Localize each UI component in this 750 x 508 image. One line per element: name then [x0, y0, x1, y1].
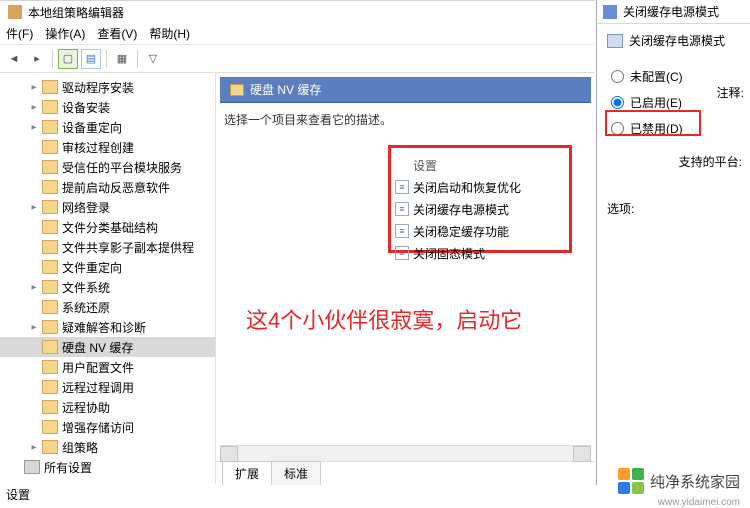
platform-label: 支持的平台: — [597, 143, 750, 172]
menu-action[interactable]: 操作(A) — [45, 25, 85, 42]
note-label: 注释: — [717, 84, 744, 101]
tree-item[interactable]: 提前启动反恶意软件 — [0, 177, 215, 197]
settings-list-highlight: 设置 ≡关闭启动和恢复优化 ≡关闭缓存电源模式 ≡关闭稳定缓存功能 ≡关闭固态模… — [388, 145, 572, 253]
policy-icon: ≡ — [395, 224, 409, 238]
toolbar: ◄ ▸ ▢ ▤ ▦ ▽ — [0, 45, 595, 73]
policy-icon — [607, 34, 623, 48]
filter-icon[interactable]: ▽ — [143, 49, 163, 69]
enabled-highlight — [605, 110, 701, 136]
status-bar: 设置 — [0, 486, 36, 500]
details-header: 硬盘 NV 缓存 — [220, 77, 591, 103]
options-label: 选项: — [597, 172, 750, 217]
props-button[interactable]: ▤ — [81, 49, 101, 69]
policy-icon: ≡ — [395, 180, 409, 194]
watermark: 纯净系统家园 — [618, 468, 740, 494]
policy-icon: ≡ — [395, 246, 409, 260]
tree-item[interactable]: ▸设备安装 — [0, 97, 215, 117]
window-title: 本地组策略编辑器 — [28, 4, 124, 21]
policy-icon: ≡ — [395, 202, 409, 216]
tree-item[interactable]: 审核过程创建 — [0, 137, 215, 157]
tree-item[interactable]: 用户配置文件 — [0, 357, 215, 377]
forward-button[interactable]: ▸ — [27, 49, 47, 69]
watermark-logo — [618, 468, 644, 494]
tree-item-selected[interactable]: 硬盘 NV 缓存 — [0, 337, 215, 357]
setting-dialog: 关闭缓存电源模式 关闭缓存电源模式 注释: 未配置(C) 已启用(E) 已禁用(… — [596, 0, 750, 485]
column-header[interactable]: 设置 — [395, 154, 565, 176]
menu-bar: 件(F) 操作(A) 查看(V) 帮助(H) — [0, 23, 595, 45]
details-panel: 硬盘 NV 缓存 选择一个项目来查看它的描述。 设置 ≡关闭启动和恢复优化 ≡关… — [216, 73, 595, 485]
tree-panel: ▸驱动程序安装 ▸设备安装 ▸设备重定向 审核过程创建 受信任的平台模块服务 提… — [0, 73, 216, 485]
export-button[interactable]: ▦ — [112, 49, 132, 69]
tree-item[interactable]: 系统还原 — [0, 297, 215, 317]
setting-item[interactable]: ≡关闭稳定缓存功能 — [395, 220, 565, 242]
tree-item[interactable]: 文件共享影子副本提供程 — [0, 237, 215, 257]
description-text: 选择一个项目来查看它的描述。 — [224, 111, 587, 128]
tree-all-settings[interactable]: 所有设置 — [0, 457, 215, 477]
tree-item[interactable]: ▸驱动程序安装 — [0, 77, 215, 97]
folder-icon — [230, 84, 244, 96]
dialog-subtitle: 关闭缓存电源模式 — [597, 24, 750, 57]
tree-item[interactable]: 远程过程调用 — [0, 377, 215, 397]
setting-item[interactable]: ≡关闭固态模式 — [395, 242, 565, 264]
tree-item[interactable]: ▸文件系统 — [0, 277, 215, 297]
dialog-icon — [603, 5, 617, 19]
tree-item[interactable]: 远程协助 — [0, 397, 215, 417]
back-button[interactable]: ◄ — [4, 49, 24, 69]
window-title-bar: 本地组策略编辑器 — [0, 1, 595, 23]
menu-view[interactable]: 查看(V) — [97, 25, 137, 42]
horizontal-scrollbar[interactable] — [220, 445, 591, 461]
tree-item[interactable]: 受信任的平台模块服务 — [0, 157, 215, 177]
tree-item[interactable]: 增强存储访问 — [0, 417, 215, 437]
dialog-title-bar: 关闭缓存电源模式 — [597, 0, 750, 24]
setting-item[interactable]: ≡关闭缓存电源模式 — [395, 198, 565, 220]
setting-item[interactable]: ≡关闭启动和恢复优化 — [395, 176, 565, 198]
tree-item[interactable]: 文件分类基础结构 — [0, 217, 215, 237]
annotation-text: 这4个小伙伴很寂寞，启动它 — [246, 303, 522, 335]
tree-item[interactable]: ▸疑难解答和诊断 — [0, 317, 215, 337]
up-button[interactable]: ▢ — [58, 49, 78, 69]
menu-file[interactable]: 件(F) — [6, 25, 33, 42]
view-tabs: 扩展 标准 — [216, 461, 595, 485]
tab-standard[interactable]: 标准 — [271, 461, 321, 485]
watermark-text: 纯净系统家园 — [650, 471, 740, 492]
tree-item[interactable]: 文件重定向 — [0, 257, 215, 277]
menu-help[interactable]: 帮助(H) — [149, 25, 190, 42]
tree-item[interactable]: ▸网络登录 — [0, 197, 215, 217]
watermark-url: www.yidaimei.com — [658, 497, 740, 508]
tree-item[interactable]: ▸组策略 — [0, 437, 215, 457]
tree-item[interactable]: ▸设备重定向 — [0, 117, 215, 137]
tab-extended[interactable]: 扩展 — [222, 461, 272, 485]
app-icon — [8, 5, 22, 19]
